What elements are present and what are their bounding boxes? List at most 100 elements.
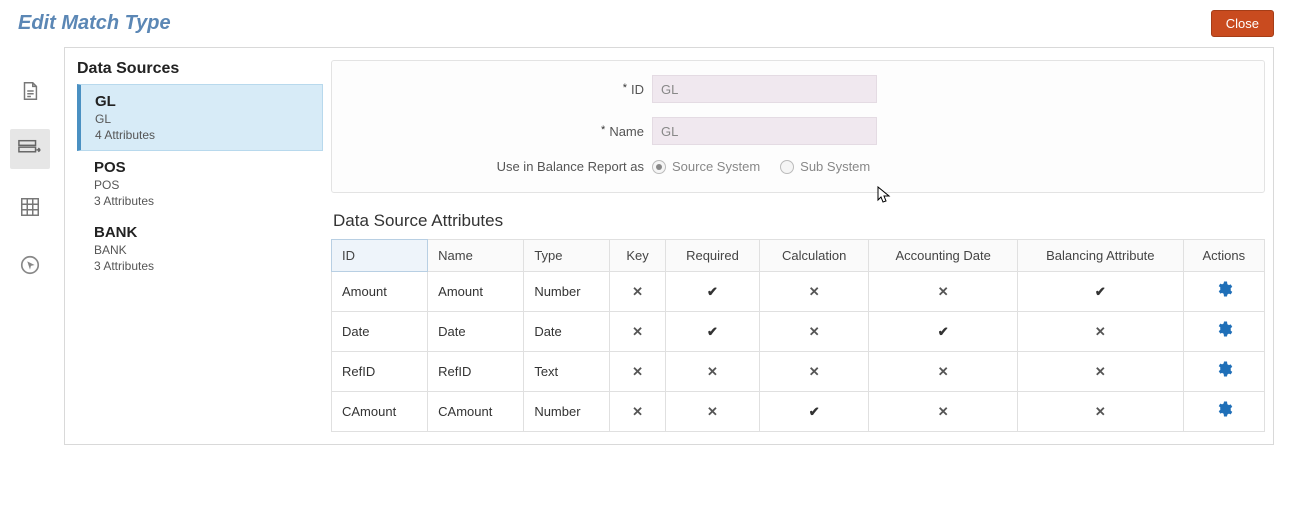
data-source-item-title: BANK <box>94 224 313 241</box>
cell-id: Date <box>332 312 428 352</box>
id-label: *ID <box>352 82 652 97</box>
check-icon: ✔ <box>707 324 718 339</box>
cell-type: Date <box>524 312 610 352</box>
x-icon: ✕ <box>632 284 643 299</box>
cell-calculation: ✔ <box>760 392 869 432</box>
col-name[interactable]: Name <box>428 240 524 272</box>
x-icon: ✕ <box>707 364 718 379</box>
close-button[interactable]: Close <box>1211 10 1274 37</box>
cell-balancing: ✔ <box>1018 272 1183 312</box>
table-row[interactable]: DateDateDate✕✔✕✔✕ <box>332 312 1265 352</box>
cell-key: ✕ <box>610 272 666 312</box>
data-source-item[interactable]: GL GL 4 Attributes <box>77 84 323 151</box>
x-icon: ✕ <box>809 284 820 299</box>
cell-calculation: ✕ <box>760 352 869 392</box>
cell-accounting-date: ✕ <box>869 272 1018 312</box>
check-icon: ✔ <box>707 284 718 299</box>
col-actions[interactable]: Actions <box>1183 240 1264 272</box>
x-icon: ✕ <box>707 404 718 419</box>
page-title: Edit Match Type <box>18 12 1211 35</box>
radio-icon <box>780 160 794 174</box>
pointer-icon[interactable] <box>10 245 50 285</box>
source-system-radio[interactable]: Source System <box>652 159 760 174</box>
sub-system-label: Sub System <box>800 159 870 174</box>
cell-type: Number <box>524 392 610 432</box>
cell-key: ✕ <box>610 312 666 352</box>
x-icon: ✕ <box>632 324 643 339</box>
id-field[interactable] <box>652 75 877 103</box>
x-icon: ✕ <box>1095 324 1106 339</box>
x-icon: ✕ <box>1095 364 1106 379</box>
gear-icon[interactable] <box>1215 320 1233 343</box>
x-icon: ✕ <box>632 404 643 419</box>
x-icon: ✕ <box>1095 404 1106 419</box>
gear-icon[interactable] <box>1215 360 1233 383</box>
data-source-item-meta: 3 Attributes <box>94 194 313 208</box>
table-header-row: ID Name Type Key Required Calculation Ac… <box>332 240 1265 272</box>
data-source-icon[interactable] <box>10 129 50 169</box>
cell-balancing: ✕ <box>1018 392 1183 432</box>
col-key[interactable]: Key <box>610 240 666 272</box>
x-icon: ✕ <box>938 284 949 299</box>
cell-name: Amount <box>428 272 524 312</box>
data-source-item-title: POS <box>94 159 313 176</box>
col-type[interactable]: Type <box>524 240 610 272</box>
table-row[interactable]: AmountAmountNumber✕✔✕✕✔ <box>332 272 1265 312</box>
name-field[interactable] <box>652 117 877 145</box>
radio-icon <box>652 160 666 174</box>
cell-actions <box>1183 392 1264 432</box>
cell-accounting-date: ✕ <box>869 392 1018 432</box>
nav-rail <box>0 47 60 285</box>
cell-accounting-date: ✕ <box>869 352 1018 392</box>
cell-required: ✔ <box>665 272 759 312</box>
data-source-item[interactable]: BANK BANK 3 Attributes <box>77 216 323 281</box>
cell-required: ✕ <box>665 392 759 432</box>
cell-key: ✕ <box>610 352 666 392</box>
data-source-form: *ID *Name Use in Balance Report as <box>331 60 1265 193</box>
data-source-item-sub: POS <box>94 178 313 192</box>
table-row[interactable]: RefIDRefIDText✕✕✕✕✕ <box>332 352 1265 392</box>
x-icon: ✕ <box>809 364 820 379</box>
data-source-item[interactable]: POS POS 3 Attributes <box>77 151 323 216</box>
balance-report-label: Use in Balance Report as <box>352 159 652 174</box>
col-id[interactable]: ID <box>332 240 428 272</box>
check-icon: ✔ <box>809 404 820 419</box>
data-source-item-meta: 3 Attributes <box>94 259 313 273</box>
cell-name: Date <box>428 312 524 352</box>
cell-name: RefID <box>428 352 524 392</box>
cell-actions <box>1183 272 1264 312</box>
cell-id: RefID <box>332 352 428 392</box>
cell-calculation: ✕ <box>760 312 869 352</box>
table-row[interactable]: CAmountCAmountNumber✕✕✔✕✕ <box>332 392 1265 432</box>
data-source-item-meta: 4 Attributes <box>95 128 312 142</box>
data-source-item-sub: BANK <box>94 243 313 257</box>
gear-icon[interactable] <box>1215 400 1233 423</box>
x-icon: ✕ <box>938 404 949 419</box>
cell-actions <box>1183 352 1264 392</box>
gear-icon[interactable] <box>1215 280 1233 303</box>
cell-type: Text <box>524 352 610 392</box>
col-required[interactable]: Required <box>665 240 759 272</box>
col-balancing[interactable]: Balancing Attribute <box>1018 240 1183 272</box>
data-source-item-title: GL <box>95 93 312 110</box>
check-icon: ✔ <box>1095 284 1106 299</box>
cell-id: Amount <box>332 272 428 312</box>
cell-required: ✕ <box>665 352 759 392</box>
col-accounting-date[interactable]: Accounting Date <box>869 240 1018 272</box>
x-icon: ✕ <box>938 364 949 379</box>
check-icon: ✔ <box>938 324 949 339</box>
cell-accounting-date: ✔ <box>869 312 1018 352</box>
x-icon: ✕ <box>809 324 820 339</box>
name-label: *Name <box>352 124 652 139</box>
cell-calculation: ✕ <box>760 272 869 312</box>
data-sources-header: Data Sources <box>77 60 323 78</box>
document-icon[interactable] <box>10 71 50 111</box>
x-icon: ✕ <box>632 364 643 379</box>
cell-type: Number <box>524 272 610 312</box>
data-source-item-sub: GL <box>95 112 312 126</box>
worksheet-icon[interactable] <box>10 187 50 227</box>
col-calculation[interactable]: Calculation <box>760 240 869 272</box>
source-system-label: Source System <box>672 159 760 174</box>
sub-system-radio[interactable]: Sub System <box>780 159 870 174</box>
cell-balancing: ✕ <box>1018 352 1183 392</box>
